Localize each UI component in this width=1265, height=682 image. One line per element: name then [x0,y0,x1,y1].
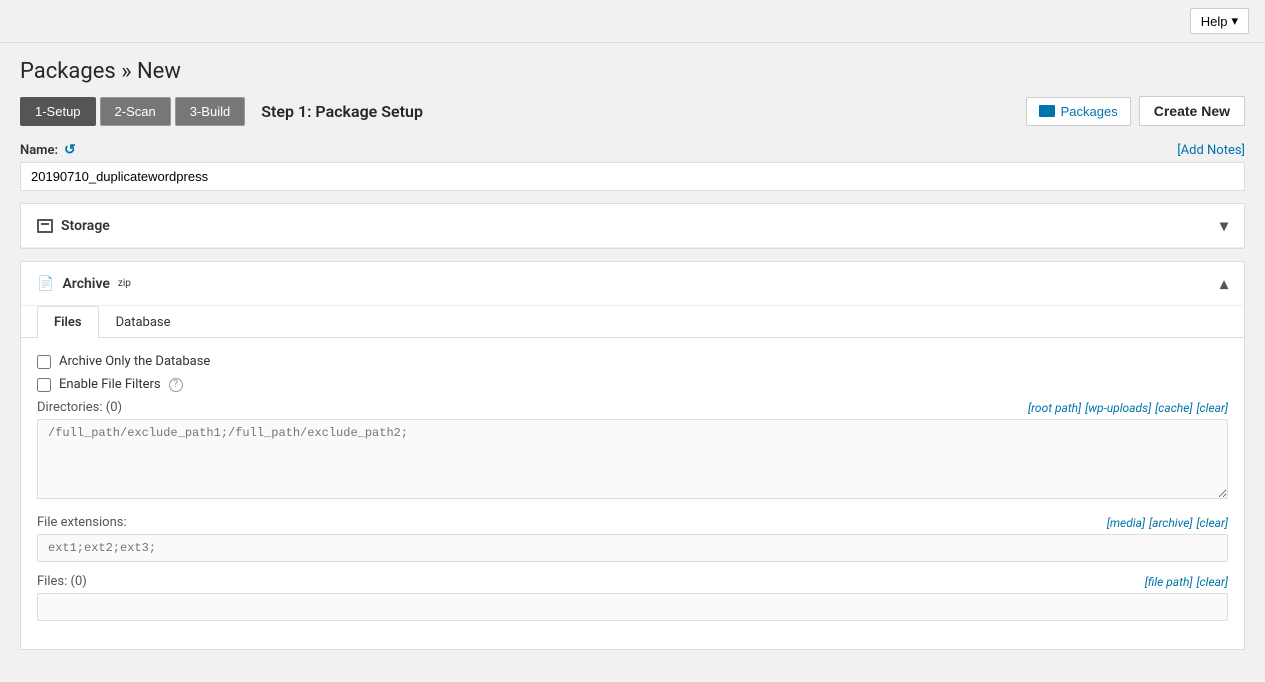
page-title: Packages » New [0,43,1265,96]
tab-database[interactable]: Database [99,306,188,338]
refresh-icon[interactable]: ↺ [64,142,76,158]
name-label-text: Name: [20,143,58,158]
step-3-button[interactable]: 3-Build [175,97,245,126]
step-heading: Step 1: Package Setup [261,102,423,121]
directories-label: Directories: (0) [37,400,122,415]
wp-uploads-link[interactable]: [wp-uploads] [1085,401,1151,415]
directories-header: Directories: (0) [root path] [wp-uploads… [37,400,1228,415]
archive-panel-body: Files Database Archive Only the Database… [21,306,1244,649]
files-field: Files: (0) [file path] [clear] [37,574,1228,621]
extensions-clear-link[interactable]: [clear] [1196,516,1228,530]
archive-title-text: Archive [62,276,109,292]
create-new-button[interactable]: Create New [1139,96,1245,126]
file-extensions-links: [media] [archive] [clear] [1107,516,1228,530]
help-button[interactable]: Help ▾ [1190,8,1249,34]
files-header: Files: (0) [file path] [clear] [37,574,1228,589]
files-links: [file path] [clear] [1145,575,1228,589]
tab-files[interactable]: Files [37,306,99,338]
archive-panel: 📄 Archive zip ▴ Files Database [20,261,1245,650]
enable-file-filters-label: Enable File Filters [59,377,161,392]
file-extensions-header: File extensions: [media] [archive] [clea… [37,515,1228,530]
packages-icon [1039,105,1055,117]
help-label: Help [1201,14,1228,29]
directories-clear-link[interactable]: [clear] [1196,401,1228,415]
directories-links: [root path] [wp-uploads] [cache] [clear] [1028,401,1228,415]
chevron-down-icon: ▾ [1220,216,1228,235]
archive-only-db-checkbox[interactable] [37,355,51,369]
top-bar: Help ▾ [0,0,1265,43]
chevron-up-icon: ▴ [1220,274,1228,293]
archive-panel-title: 📄 Archive zip [37,276,131,292]
step-actions: Packages Create New [1026,96,1245,126]
archive-panel-header[interactable]: 📄 Archive zip ▴ [21,262,1244,306]
add-notes-link[interactable]: [Add Notes] [1177,143,1245,158]
storage-panel-header[interactable]: Storage ▾ [21,204,1244,248]
root-path-link[interactable]: [root path] [1028,401,1081,415]
storage-panel-title: Storage [37,218,110,234]
archive-only-db-row: Archive Only the Database [37,354,1228,369]
files-clear-link[interactable]: [clear] [1196,575,1228,589]
name-section: Name: ↺ [Add Notes] [20,142,1245,191]
name-label-row: Name: ↺ [Add Notes] [20,142,1245,158]
files-label: Files: (0) [37,574,87,589]
directories-field: Directories: (0) [root path] [wp-uploads… [37,400,1228,503]
chevron-down-icon: ▾ [1231,13,1238,29]
files-input[interactable] [37,593,1228,621]
archive-tabs: Files Database [21,306,1244,338]
files-tab-content: Archive Only the Database Enable File Fi… [21,338,1244,649]
help-circle-icon[interactable]: ? [169,378,183,392]
storage-title-text: Storage [61,218,110,234]
cache-link[interactable]: [cache] [1155,401,1192,415]
step-1-button[interactable]: 1-Setup [20,97,96,126]
file-extensions-field: File extensions: [media] [archive] [clea… [37,515,1228,562]
step-bar: 1-Setup 2-Scan 3-Build Step 1: Package S… [20,96,1245,126]
packages-label: Packages [1061,104,1118,119]
storage-panel: Storage ▾ [20,203,1245,249]
file-path-link[interactable]: [file path] [1145,575,1193,589]
file-extensions-label: File extensions: [37,515,127,530]
archive-only-db-label: Archive Only the Database [59,354,210,369]
media-link[interactable]: [media] [1107,516,1145,530]
name-input[interactable] [20,162,1245,191]
archive-link[interactable]: [archive] [1149,516,1192,530]
enable-file-filters-row: Enable File Filters ? [37,377,1228,392]
step-2-button[interactable]: 2-Scan [100,97,171,126]
packages-button[interactable]: Packages [1026,97,1131,126]
archive-superscript: zip [118,278,131,289]
storage-icon [37,219,53,233]
archive-file-icon: 📄 [37,276,54,292]
directories-textarea[interactable] [37,419,1228,499]
enable-file-filters-checkbox[interactable] [37,378,51,392]
file-extensions-input[interactable] [37,534,1228,562]
